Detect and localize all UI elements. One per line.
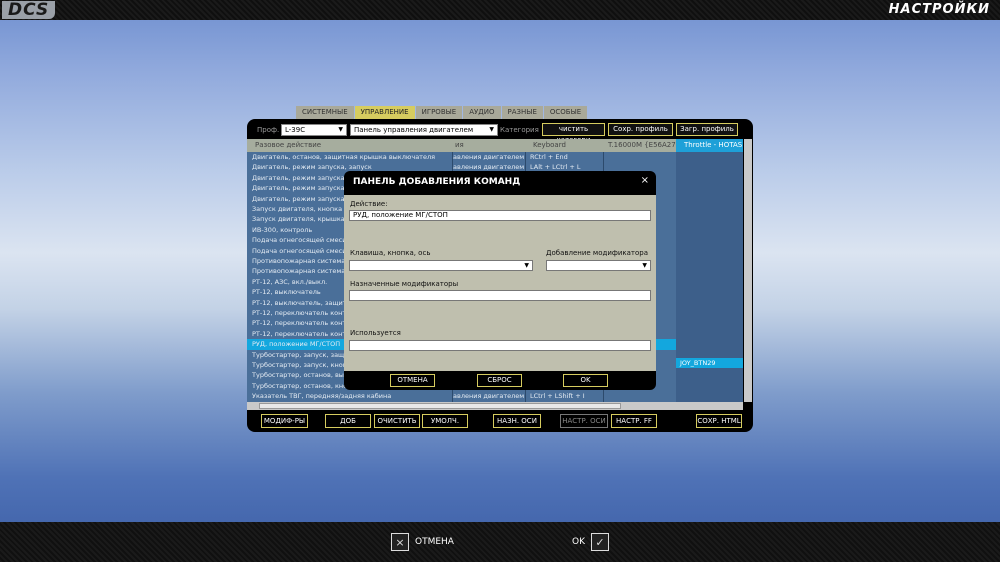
top-bar: DCS НАСТРОЙКИ	[0, 0, 1000, 20]
table-cell: Турбостартер, запуск, кнопка	[252, 361, 355, 369]
dialog-body: Действие: РУД, положение МГ/СТОП Клавиша…	[344, 195, 656, 371]
action-field[interactable]: РУД, положение МГ/СТОП	[349, 210, 651, 221]
tab-controls[interactable]: УПРАВЛЕНИЕ	[354, 106, 415, 119]
table-cell: РТ-12, АЗС, вкл./выкл.	[252, 277, 328, 286]
table-cell: Запуск двигателя, кнопка	[252, 205, 343, 213]
save-html-button[interactable]: СОХР. HTML	[696, 414, 742, 428]
tab-gameplay[interactable]: ИГРОВЫЕ	[415, 106, 463, 119]
assigned-modifiers-label: Назначенные модификаторы	[350, 280, 459, 288]
cancel-label: ОТМЕНА	[415, 537, 454, 547]
scrollbar-thumb[interactable]	[259, 403, 621, 409]
category-label: Категория	[500, 126, 539, 134]
tab-misc[interactable]: РАЗНЫЕ	[501, 106, 543, 119]
modifier-label: Добавление модификатора	[546, 249, 649, 257]
modifiers-button[interactable]: МОДИФ-РЫ	[261, 414, 308, 428]
table-cell: РТ-12, выключатель	[252, 288, 321, 297]
table-cell: Двигатель, останов, защитная крышка выкл…	[252, 153, 436, 161]
save-profile-button[interactable]: Сохр. профиль	[608, 123, 673, 136]
table-cell: Двигатель, режим запуска, хо	[252, 194, 357, 203]
table-cell: Двигатель, режим запуска, хо	[252, 184, 357, 193]
key-select[interactable]: ▼	[349, 260, 533, 271]
table-cell: РТ-12, переключатель контрол	[252, 329, 359, 338]
tab-audio[interactable]: АУДИО	[463, 106, 501, 119]
profile-label: Проф.	[257, 126, 280, 134]
horizontal-scrollbar[interactable]	[247, 402, 743, 410]
tab-system[interactable]: СИСТЕМНЫЕ	[296, 106, 354, 119]
assigned-modifiers-field[interactable]	[349, 290, 651, 301]
chevron-down-icon: ▼	[642, 262, 647, 269]
modifier-select[interactable]: ▼	[546, 260, 651, 271]
close-icon: ×	[391, 533, 409, 551]
clear-category-button[interactable]: чистить категори	[542, 123, 605, 144]
vertical-scrollbar[interactable]	[744, 139, 752, 402]
ok-button[interactable]: OK ✓	[572, 532, 609, 552]
add-command-dialog: ПАНЕЛЬ ДОБАВЛЕНИЯ КОМАНД × Действие: РУД…	[344, 171, 656, 390]
chevron-down-icon: ▼	[338, 126, 343, 133]
dialog-cancel-button[interactable]: ОТМЕНА	[390, 374, 435, 387]
table-cell: LCtrl + LShift + I	[530, 392, 585, 401]
dialog-ok-button[interactable]: OK	[563, 374, 608, 387]
used-field[interactable]	[349, 340, 651, 351]
chevron-down-icon: ▼	[489, 126, 494, 133]
table-cell: авления двигателем	[453, 392, 525, 401]
ff-settings-button[interactable]: НАСТР. FF	[611, 414, 657, 428]
aircraft-select-value: L-39C	[285, 126, 306, 134]
default-button[interactable]: УМОЛЧ.	[422, 414, 468, 428]
column-header-keyboard[interactable]: Keyboard	[533, 141, 566, 149]
aircraft-select[interactable]: L-39C ▼	[281, 124, 347, 136]
cancel-button[interactable]: × ОТМЕНА	[391, 532, 454, 552]
action-label: Действие:	[350, 200, 388, 208]
table-row[interactable]: Указатель ТВГ, передняя/задняя кабина авл…	[247, 391, 676, 401]
key-label: Клавиша, кнопка, ось	[350, 249, 431, 257]
bottom-bar: × ОТМЕНА OK ✓	[0, 522, 1000, 562]
add-button[interactable]: ДОБ	[325, 414, 371, 428]
category-select-value: Панель управления двигателем	[354, 126, 474, 134]
checkmark-icon: ✓	[591, 533, 609, 551]
assign-axes-button[interactable]: НАЗН. ОСИ	[493, 414, 541, 428]
table-cell: Противопожарная система, пр	[252, 267, 358, 276]
table-cell: ИВ-300, контроль	[252, 225, 313, 234]
ok-label: OK	[572, 537, 585, 547]
table-cell: РУД, положение МГ/СТОП	[252, 340, 341, 349]
table-cell: РТ-12, переключатель контрол	[252, 319, 359, 328]
column-header-action[interactable]: Разовое действие	[255, 141, 321, 149]
grid-header: Разовое действие ия Keyboard T.16000M {E…	[247, 139, 743, 152]
table-cell: РТ-12, переключатель контрол	[252, 309, 359, 317]
throttle-binding-cell[interactable]: JOY_BTN29	[676, 358, 743, 368]
table-cell: Запуск двигателя, крышка кн	[252, 215, 356, 224]
table-cell: авления двигателем	[453, 153, 525, 161]
page-title: НАСТРОЙКИ	[888, 2, 990, 17]
chevron-down-icon: ▼	[524, 262, 529, 269]
table-row[interactable]: Двигатель, останов, защитная крышка выкл…	[247, 152, 676, 162]
table-cell: Двигатель, режим запуска, хо	[252, 173, 357, 182]
category-select[interactable]: Панель управления двигателем ▼	[350, 124, 498, 136]
dialog-reset-button[interactable]: СБРОС	[477, 374, 522, 387]
tab-special[interactable]: ОСОБЫЕ	[543, 106, 588, 119]
table-cell: Указатель ТВГ, передняя/задняя кабина	[252, 392, 392, 401]
table-cell: Подача огнегосящей смеси, кн	[252, 246, 359, 255]
dcs-logo: DCS	[2, 1, 56, 19]
column-header-category[interactable]: ия	[455, 141, 464, 149]
column-header-joystick[interactable]: T.16000M {E56A270	[608, 141, 680, 149]
column-header-throttle[interactable]: Throttle - HOTAS	[676, 139, 743, 152]
clear-button[interactable]: ОЧИСТИТЬ	[374, 414, 420, 428]
axis-settings-button[interactable]: НАСТР. ОСИ	[560, 414, 608, 428]
table-cell: Турбостартер, останов, выклю	[252, 371, 358, 380]
table-cell: Подача огнегосящей смеси, за	[252, 236, 359, 245]
close-icon[interactable]: ×	[641, 175, 649, 186]
dialog-title: ПАНЕЛЬ ДОБАВЛЕНИЯ КОМАНД	[353, 177, 521, 187]
table-cell: Противопожарная система, пр	[252, 257, 358, 265]
table-cell: RCtrl + End	[530, 153, 568, 161]
table-cell: РТ-12, выключатель, защитная	[252, 298, 359, 307]
settings-tabs: СИСТЕМНЫЕ УПРАВЛЕНИЕ ИГРОВЫЕ АУДИО РАЗНЫ…	[296, 106, 588, 119]
used-label: Используется	[350, 329, 401, 337]
load-profile-button[interactable]: Загр. профиль	[676, 123, 738, 136]
table-cell: Турбостартер, запуск, защит	[252, 350, 353, 359]
